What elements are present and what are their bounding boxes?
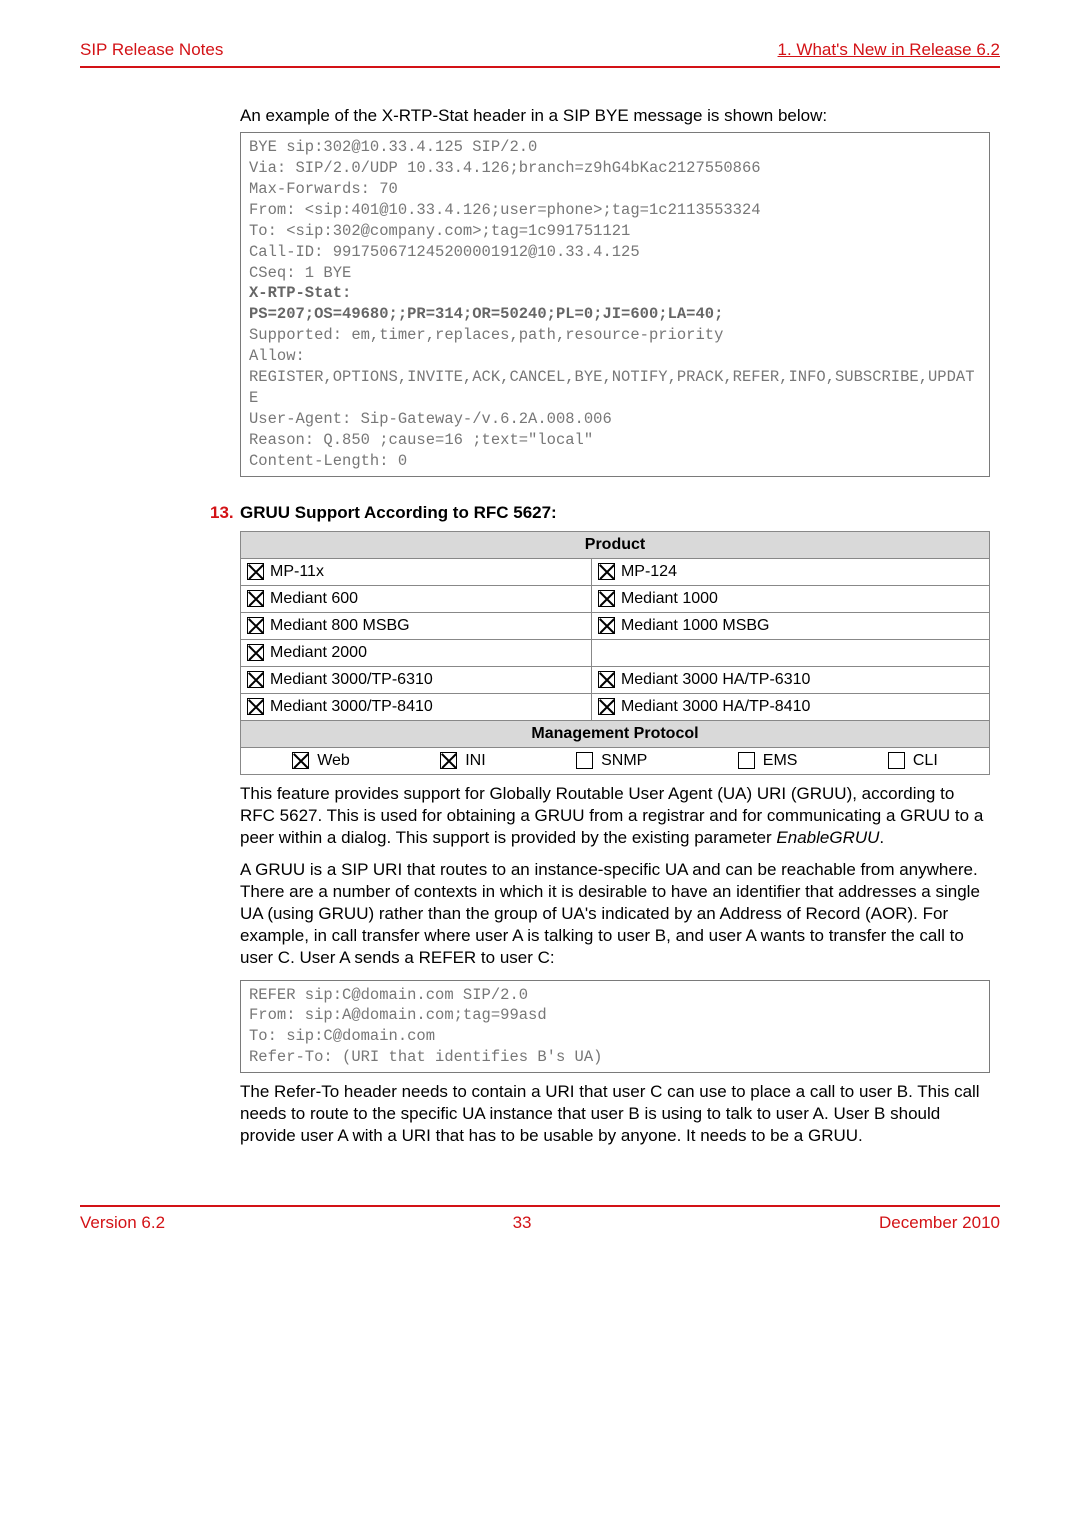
paragraph: A GRUU is a SIP URI that routes to an in… (240, 859, 990, 969)
mgmt-label: SNMP (601, 752, 647, 770)
footer-right: December 2010 (879, 1213, 1000, 1233)
code-line: Supported: em,timer,replaces,path,resour… (249, 326, 723, 344)
code-line: Max-Forwards: 70 (249, 180, 398, 198)
code-line: Content-Length: 0 (249, 452, 407, 470)
table-row: Mediant 3000/TP-6310 Mediant 3000 HA/TP-… (241, 666, 990, 693)
code-line: REFER sip:C@domain.com SIP/2.0 (249, 986, 528, 1004)
product-label: Mediant 3000 HA/TP-6310 (621, 671, 810, 689)
code-line: From: <sip:401@10.33.4.126;user=phone>;t… (249, 201, 761, 219)
checkbox-checked-icon (598, 671, 615, 688)
code-line: Allow: (249, 347, 305, 365)
code-block-bye: BYE sip:302@10.33.4.125 SIP/2.0 Via: SIP… (240, 132, 990, 477)
checkbox-checked-icon (247, 617, 264, 634)
checkbox-checked-icon (292, 752, 309, 769)
para-em: EnableGRUU (776, 828, 879, 847)
table-row: Mediant 800 MSBG Mediant 1000 MSBG (241, 612, 990, 639)
item-number: 13. (210, 503, 240, 523)
mgmt-label: EMS (763, 752, 798, 770)
checkbox-icon (888, 752, 905, 769)
product-label: MP-11x (270, 563, 324, 581)
product-label: Mediant 3000 HA/TP-8410 (621, 698, 810, 716)
table-row: Mediant 2000 (241, 639, 990, 666)
code-line: To: sip:C@domain.com (249, 1027, 435, 1045)
numbered-heading: 13. GRUU Support According to RFC 5627: (210, 503, 1000, 523)
paragraph: The Refer-To header needs to contain a U… (240, 1081, 990, 1147)
checkbox-checked-icon (440, 752, 457, 769)
product-label: Mediant 1000 MSBG (621, 617, 770, 635)
checkbox-checked-icon (247, 698, 264, 715)
code-line: Reason: Q.850 ;cause=16 ;text="local" (249, 431, 593, 449)
code-line: Call-ID: 991750671245200001912@10.33.4.1… (249, 243, 640, 261)
table-row: Mediant 600 Mediant 1000 (241, 585, 990, 612)
checkbox-icon (576, 752, 593, 769)
code-block-refer: REFER sip:C@domain.com SIP/2.0 From: sip… (240, 980, 990, 1074)
intro-text: An example of the X-RTP-Stat header in a… (240, 106, 990, 126)
product-table: Product MP-11x MP-124 Mediant 600 Median… (240, 531, 990, 775)
item-title: GRUU Support According to RFC 5627: (240, 503, 557, 523)
mgmt-label: INI (465, 752, 485, 770)
product-label: Mediant 800 MSBG (270, 617, 410, 635)
table-row: Mediant 3000/TP-8410 Mediant 3000 HA/TP-… (241, 693, 990, 720)
product-label: MP-124 (621, 563, 677, 581)
table-row: Web INI SNMP EMS CLI (241, 747, 990, 774)
paragraph: This feature provides support for Global… (240, 783, 990, 849)
checkbox-checked-icon (598, 617, 615, 634)
para-text: . (879, 828, 884, 847)
code-line: CSeq: 1 BYE (249, 264, 351, 282)
checkbox-checked-icon (247, 671, 264, 688)
checkbox-checked-icon (598, 563, 615, 580)
code-line: User-Agent: Sip-Gateway-/v.6.2A.008.006 (249, 410, 612, 428)
page-header: SIP Release Notes 1. What's New in Relea… (80, 40, 1000, 68)
checkbox-checked-icon (247, 644, 264, 661)
code-line: Refer-To: (URI that identifies B's UA) (249, 1048, 602, 1066)
product-label: Mediant 3000/TP-8410 (270, 698, 433, 716)
checkbox-checked-icon (598, 590, 615, 607)
code-line: To: <sip:302@company.com>;tag=1c99175112… (249, 222, 630, 240)
product-label: Mediant 2000 (270, 644, 367, 662)
product-label: Mediant 1000 (621, 590, 718, 608)
code-line: From: sip:A@domain.com;tag=99asd (249, 1006, 547, 1024)
code-line: REGISTER,OPTIONS,INVITE,ACK,CANCEL,BYE,N… (249, 368, 975, 407)
footer-left: Version 6.2 (80, 1213, 165, 1233)
page-footer: Version 6.2 33 December 2010 (80, 1205, 1000, 1233)
product-label: Mediant 600 (270, 590, 358, 608)
footer-center: 33 (513, 1213, 532, 1233)
checkbox-checked-icon (247, 563, 264, 580)
code-line: BYE sip:302@10.33.4.125 SIP/2.0 (249, 138, 537, 156)
checkbox-checked-icon (598, 698, 615, 715)
header-left: SIP Release Notes (80, 40, 223, 60)
checkbox-icon (738, 752, 755, 769)
checkbox-checked-icon (247, 590, 264, 607)
table-row: MP-11x MP-124 (241, 558, 990, 585)
table-header-product: Product (241, 531, 990, 558)
product-label: Mediant 3000/TP-6310 (270, 671, 433, 689)
code-line-bold: X-RTP-Stat: (249, 284, 351, 302)
code-line-bold: PS=207;OS=49680;;PR=314;OR=50240;PL=0;JI… (249, 305, 723, 323)
mgmt-label: CLI (913, 752, 938, 770)
table-header-mgmt: Management Protocol (241, 720, 990, 747)
mgmt-label: Web (317, 752, 350, 770)
header-right: 1. What's New in Release 6.2 (778, 40, 1000, 60)
code-line: Via: SIP/2.0/UDP 10.33.4.126;branch=z9hG… (249, 159, 761, 177)
